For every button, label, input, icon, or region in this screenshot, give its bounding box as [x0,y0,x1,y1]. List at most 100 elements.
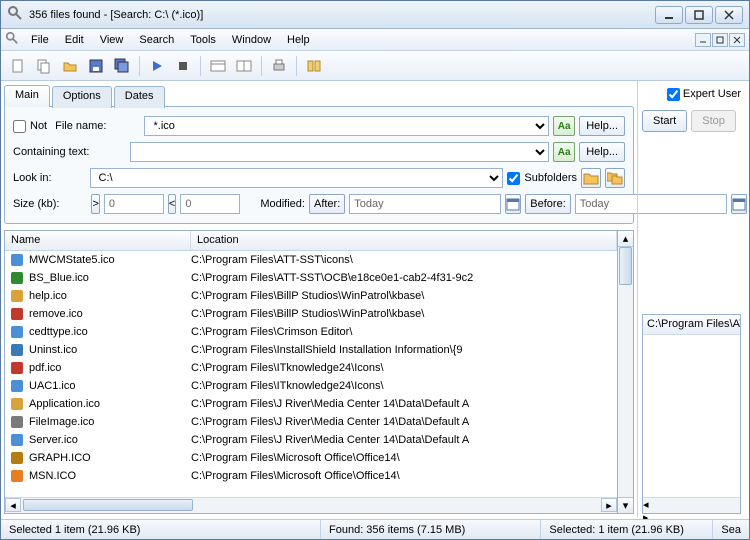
case-toggle-2[interactable]: Aa [553,142,575,162]
row-location: C:\Program Files\Crimson Editor\ [191,326,617,338]
table-row[interactable]: GRAPH.ICOC:\Program Files\Microsoft Offi… [5,449,617,467]
table-row[interactable]: cedttype.icoC:\Program Files\Crimson Edi… [5,323,617,341]
after-input[interactable] [349,194,501,214]
table-row[interactable]: FileImage.icoC:\Program Files\J River\Me… [5,413,617,431]
results-list: Name Location MWCMState5.icoC:\Program F… [4,230,618,514]
menu-file[interactable]: File [23,31,57,49]
row-location: C:\Program Files\ATT-SST\OCB\e18ce0e1-ca… [191,272,617,284]
help-button-2[interactable]: Help... [579,142,625,162]
status-tail: Sea [713,520,749,539]
help-button-1[interactable]: Help... [579,116,625,136]
stop-button[interactable]: Stop [691,110,736,132]
preview-hscrollbar[interactable]: ◂ ▸ [643,497,740,513]
child-restore-button[interactable] [712,33,728,47]
table-row[interactable]: remove.icoC:\Program Files\BillP Studios… [5,305,617,323]
file-icon [9,342,25,358]
file-icon [9,288,25,304]
table-row[interactable]: Server.icoC:\Program Files\J River\Media… [5,431,617,449]
table-row[interactable]: help.icoC:\Program Files\BillP Studios\W… [5,287,617,305]
table-row[interactable]: Application.icoC:\Program Files\J River\… [5,395,617,413]
panel1-icon[interactable] [207,55,229,77]
maximize-button[interactable] [685,6,713,24]
table-row[interactable]: MWCMState5.icoC:\Program Files\ATT-SST\i… [5,251,617,269]
not-checkbox[interactable] [13,120,26,133]
filename-input[interactable]: *.ico [144,116,549,136]
after-calendar-icon[interactable] [505,194,521,214]
row-name: Uninst.ico [29,344,191,356]
column-name[interactable]: Name [5,231,191,250]
size-min-input[interactable] [104,194,164,214]
tab-options[interactable]: Options [52,86,112,108]
vscroll-down-icon[interactable]: ▾ [618,497,633,513]
not-label: Not [30,120,47,132]
panel2-icon[interactable] [233,55,255,77]
status-selected-left: Selected 1 item (21.96 KB) [1,520,321,539]
app-icon [7,5,23,24]
size-max-input[interactable] [180,194,240,214]
child-minimize-button[interactable] [695,33,711,47]
browse-folder-icon[interactable] [581,168,601,188]
column-location[interactable]: Location [191,231,617,250]
menu-view[interactable]: View [92,31,132,49]
row-location: C:\Program Files\J River\Media Center 14… [191,416,617,428]
pscroll-left-icon[interactable]: ◂ [643,498,740,511]
preview-path: C:\Program Files\ATT-SST\icons\MWCMS [643,315,740,335]
child-close-button[interactable] [729,33,745,47]
modified-label: Modified: [260,198,305,210]
table-row[interactable]: BS_Blue.icoC:\Program Files\ATT-SST\OCB\… [5,269,617,287]
close-button[interactable] [715,6,743,24]
menu-search[interactable]: Search [131,31,182,49]
preview-pane: C:\Program Files\ATT-SST\icons\MWCMS ◂ ▸ [642,314,741,514]
book-icon[interactable] [303,55,325,77]
row-location: C:\Program Files\ITknowledge24\Icons\ [191,380,617,392]
hscroll-right-icon[interactable]: ▸ [601,498,617,512]
menu-help[interactable]: Help [279,31,318,49]
row-name: GRAPH.ICO [29,452,191,464]
containing-label: Containing text: [13,146,89,158]
table-row[interactable]: pdf.icoC:\Program Files\ITknowledge24\Ic… [5,359,617,377]
menu-edit[interactable]: Edit [57,31,92,49]
size-gt-button[interactable]: > [91,194,99,214]
filename-label: File name: [55,120,106,132]
case-toggle-1[interactable]: Aa [553,116,575,136]
print-icon[interactable] [268,55,290,77]
row-name: MWCMState5.ico [29,254,191,266]
subfolders-checkbox[interactable] [507,172,520,185]
results-hscrollbar[interactable]: ◂ ▸ [5,497,617,513]
toolbar [1,51,749,81]
table-row[interactable]: UAC1.icoC:\Program Files\ITknowledge24\I… [5,377,617,395]
new-icon[interactable] [7,55,29,77]
stop-icon[interactable] [172,55,194,77]
saveall-icon[interactable] [111,55,133,77]
save-icon[interactable] [85,55,107,77]
play-icon[interactable] [146,55,168,77]
menu-window[interactable]: Window [224,31,279,49]
tab-main[interactable]: Main [4,85,50,107]
results-vscrollbar[interactable]: ▴ ▾ [618,230,634,514]
tabstrip: Main Options Dates [4,84,634,106]
file-icon [9,270,25,286]
expert-checkbox[interactable] [667,88,680,101]
row-name: cedttype.ico [29,326,191,338]
menu-tools[interactable]: Tools [182,31,224,49]
copy-icon[interactable] [33,55,55,77]
size-lt-button[interactable]: < [168,194,176,214]
tab-dates[interactable]: Dates [114,86,165,108]
lookin-input[interactable]: C:\ [90,168,504,188]
after-label-button[interactable]: After: [309,194,345,214]
file-icon [9,252,25,268]
hscroll-left-icon[interactable]: ◂ [5,498,21,512]
table-row[interactable]: Uninst.icoC:\Program Files\InstallShield… [5,341,617,359]
menu-app-icon [5,31,19,48]
row-location: C:\Program Files\InstallShield Installat… [191,344,617,356]
containing-input[interactable] [130,142,549,162]
before-label-button[interactable]: Before: [525,194,570,214]
file-icon [9,378,25,394]
expert-label: Expert User [683,88,741,100]
vscroll-up-icon[interactable]: ▴ [618,231,633,247]
open-icon[interactable] [59,55,81,77]
browse-folders-icon[interactable] [605,168,625,188]
start-button[interactable]: Start [642,110,687,132]
minimize-button[interactable] [655,6,683,24]
table-row[interactable]: MSN.ICOC:\Program Files\Microsoft Office… [5,467,617,485]
